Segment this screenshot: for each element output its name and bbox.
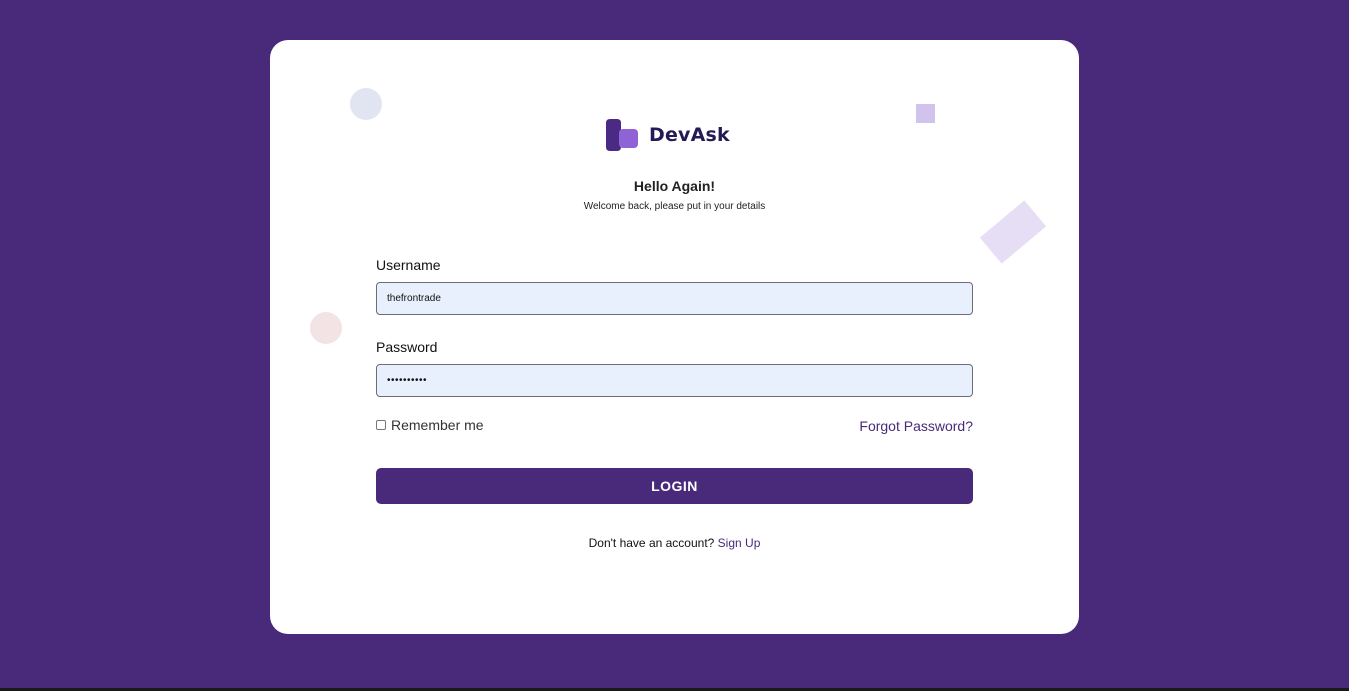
remember-me-label: Remember me <box>391 417 484 433</box>
username-input[interactable] <box>376 282 973 315</box>
decorative-circle-pink <box>310 312 342 344</box>
password-label: Password <box>376 339 438 355</box>
brand-logo: DevAsk <box>606 118 730 152</box>
remember-me[interactable]: Remember me <box>376 417 484 433</box>
username-label: Username <box>376 257 441 273</box>
signup-link[interactable]: Sign Up <box>718 536 761 550</box>
devask-logo-icon <box>606 119 638 151</box>
signup-prompt-text: Don't have an account? <box>588 536 715 550</box>
page-title: Hello Again! <box>633 178 716 194</box>
login-button[interactable]: LOGIN <box>376 468 973 504</box>
forgot-password-link[interactable]: Forgot Password? <box>859 418 973 434</box>
decorative-circle-blue <box>350 88 382 120</box>
remember-me-checkbox[interactable] <box>376 420 386 430</box>
page-subtitle: Welcome back, please put in your details <box>583 201 766 212</box>
login-card: DevAsk Hello Again! Welcome back, please… <box>270 40 1079 634</box>
password-input[interactable] <box>376 364 973 397</box>
brand-name: DevAsk <box>649 124 730 146</box>
decorative-square <box>916 104 935 123</box>
signup-prompt: Don't have an account? Sign Up <box>270 536 1079 550</box>
